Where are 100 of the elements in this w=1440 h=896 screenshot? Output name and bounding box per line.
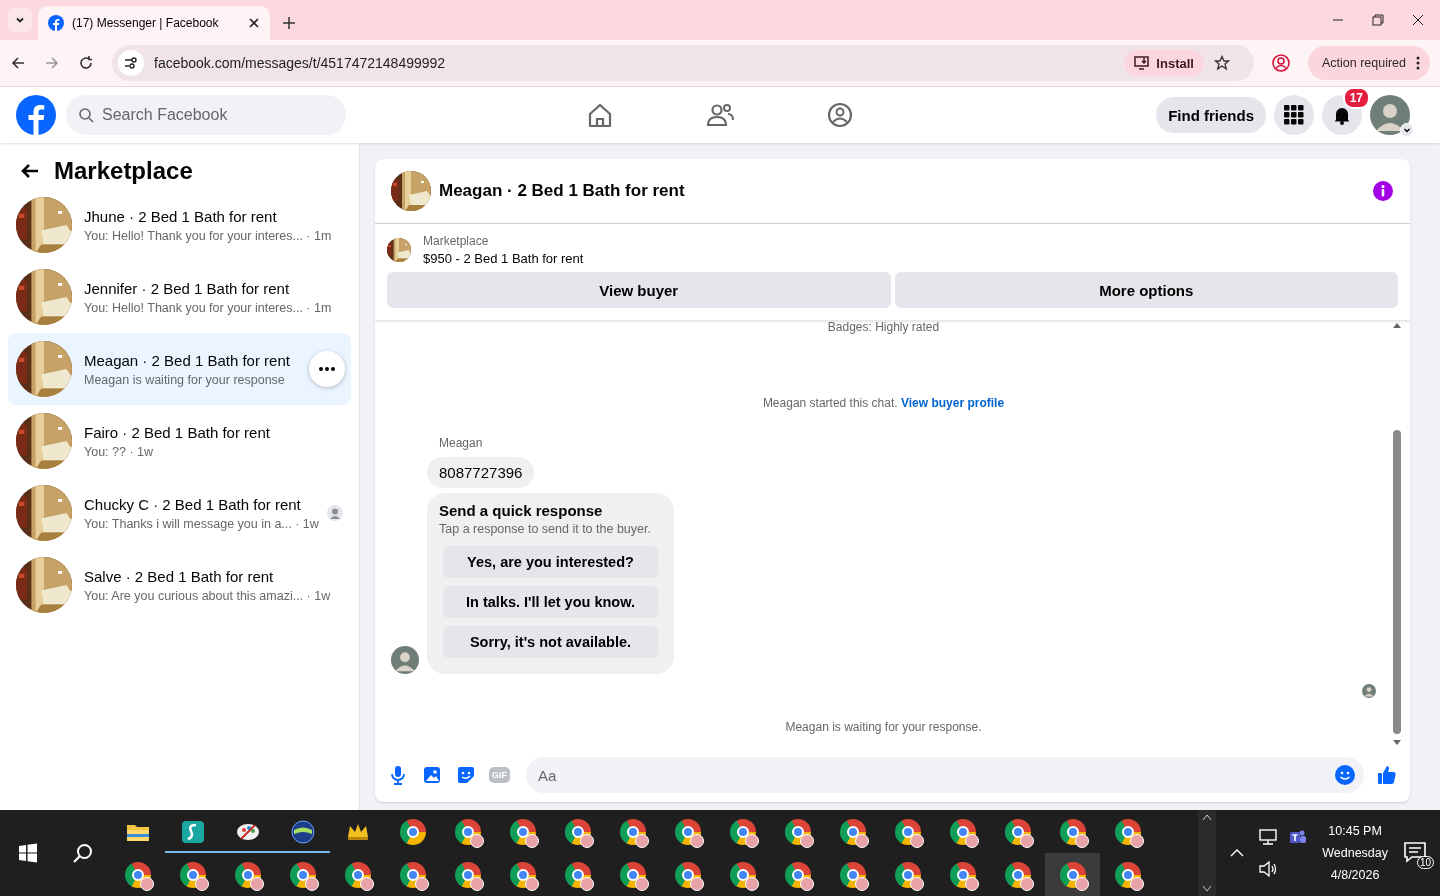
browser-icon[interactable]: [729, 818, 756, 845]
globe-icon[interactable]: [289, 818, 316, 845]
browser-icon[interactable]: [509, 861, 536, 888]
teams-icon[interactable]: [1288, 828, 1309, 846]
browser-icon[interactable]: [949, 818, 976, 845]
back-icon[interactable]: [10, 55, 26, 71]
search-icon[interactable]: [71, 842, 94, 864]
star-icon[interactable]: [1213, 55, 1230, 71]
action-button[interactable]: More options: [894, 272, 1398, 308]
quick-response-button[interactable]: Sorry, it's not available.: [443, 626, 658, 658]
notifications-button[interactable]: [1322, 95, 1362, 135]
conversation-item[interactable]: Salve · 2 Bed 1 Bath for rent You: Are you curious about this amazi... · 1w: [8, 549, 351, 621]
scroll-down-icon[interactable]: [1392, 740, 1402, 746]
close-icon[interactable]: [1412, 14, 1424, 26]
browser-icon[interactable]: [1114, 818, 1141, 845]
browser-icon[interactable]: [839, 818, 866, 845]
search-field[interactable]: Search Facebook: [66, 95, 346, 135]
conversation-item[interactable]: Jennifer · 2 Bed 1 Bath for rent You: Hello! Thank you for your interes... · 1m: [8, 261, 351, 333]
scroll-up-icon[interactable]: [1202, 814, 1213, 820]
buyer-profile-link[interactable]: View buyer profile: [900, 396, 1005, 410]
browser-icon[interactable]: [1059, 861, 1086, 888]
conversation-item[interactable]: Fairo · 2 Bed 1 Bath for rent You: ?? · 1w: [8, 405, 351, 477]
sidebar-title: Marketplace: [54, 157, 193, 185]
start-icon[interactable]: [17, 843, 38, 863]
browser-icon[interactable]: [784, 818, 811, 845]
browser-icon[interactable]: [509, 818, 536, 845]
browser-icon[interactable]: [619, 861, 646, 888]
conversation-item[interactable]: Chucky C · 2 Bed 1 Bath for rent You: Thanks i will message you in a... · 1w: [8, 477, 351, 549]
search-input[interactable]: Search Facebook: [102, 106, 302, 124]
browser-icon[interactable]: [399, 818, 426, 845]
message-input[interactable]: Aa: [536, 765, 1334, 785]
message-bubble: 8087727396: [427, 457, 535, 488]
quick-response-button[interactable]: Yes, are you interested?: [443, 546, 658, 578]
browser-icon[interactable]: [454, 861, 481, 888]
notification-count: 10: [1416, 856, 1434, 869]
browser-icon[interactable]: [784, 861, 811, 888]
browser-icon[interactable]: [399, 861, 426, 888]
browser-tab[interactable]: (17) Messenger | Facebook: [38, 6, 270, 40]
install-button[interactable]: Install: [1124, 50, 1204, 76]
menu-button[interactable]: [1274, 95, 1314, 135]
emoji-icon[interactable]: [1334, 764, 1356, 786]
browser-icon[interactable]: [344, 861, 371, 888]
browser-icon[interactable]: [674, 861, 701, 888]
listing-title: $950 - 2 Bed 1 Bath for rent: [423, 251, 584, 266]
scroll-up-icon[interactable]: [1392, 322, 1402, 328]
quick-response-button[interactable]: In talks. I'll let you know.: [443, 586, 658, 618]
sender-name: Meagan: [439, 436, 483, 450]
browser-icon[interactable]: [674, 818, 701, 845]
ellipsis-icon: [319, 367, 335, 371]
browser-icon[interactable]: [234, 861, 261, 888]
sticker-icon[interactable]: [455, 764, 477, 786]
restore-icon[interactable]: [1372, 14, 1384, 26]
photo-icon[interactable]: [421, 764, 443, 786]
browser-icon[interactable]: [949, 861, 976, 888]
scrollbar-thumb[interactable]: [1393, 430, 1401, 734]
address-field[interactable]: facebook.com/messages/t/4517472148499992: [154, 55, 1115, 71]
info-icon[interactable]: [1372, 180, 1394, 202]
speaker-icon[interactable]: [1258, 860, 1279, 878]
app-icon[interactable]: [179, 818, 206, 845]
browser-icon[interactable]: [894, 861, 921, 888]
action-required-button[interactable]: Action required: [1307, 46, 1430, 80]
chat-notice: Meagan is waiting for your response.: [784, 720, 983, 734]
find-friends-button[interactable]: Find friends: [1156, 97, 1266, 133]
browser-icon[interactable]: [289, 861, 316, 888]
browser-icon[interactable]: [729, 861, 756, 888]
network-icon[interactable]: [1258, 828, 1279, 846]
chat-title: Meagan · 2 Bed 1 Bath for rent: [439, 181, 686, 201]
tab-list-button[interactable]: [8, 8, 32, 32]
browser-icon[interactable]: [839, 861, 866, 888]
forward-icon[interactable]: [44, 55, 60, 71]
browser-icon[interactable]: [179, 861, 206, 888]
conversation-title: Meagan · 2 Bed 1 Bath for rent: [84, 351, 291, 369]
browser-icon[interactable]: [564, 861, 591, 888]
browser-icon[interactable]: [1059, 818, 1086, 845]
browser-icon[interactable]: [124, 861, 151, 888]
conversation-preview: You: Hello! Thank you for your interes... · 1m: [84, 300, 333, 315]
browser-icon[interactable]: [1004, 818, 1031, 845]
scroll-down-icon[interactable]: [1202, 886, 1213, 892]
browser-icon[interactable]: [454, 818, 481, 845]
browser-icon[interactable]: [564, 818, 591, 845]
browser-icon[interactable]: [1114, 861, 1141, 888]
conversation-item[interactable]: Meagan · 2 Bed 1 Bath for rent Meagan is waiting for your response: [8, 333, 351, 405]
message-field[interactable]: Aa: [526, 757, 1364, 793]
more-button[interactable]: [309, 351, 345, 387]
reload-icon[interactable]: [78, 55, 94, 71]
facebook-logo: [48, 15, 64, 31]
new-tab-icon[interactable]: [282, 16, 296, 30]
browser-icon[interactable]: [619, 818, 646, 845]
facebook-logo[interactable]: [16, 95, 56, 135]
action-button[interactable]: View buyer: [387, 272, 891, 308]
chevron-up-icon[interactable]: [1230, 848, 1245, 858]
browser-icon[interactable]: [1004, 861, 1031, 888]
chevron-down-icon[interactable]: [1400, 123, 1414, 137]
conversation-item[interactable]: Jhune · 2 Bed 1 Bath for rent You: Hello! Thank you for your interes... · 1m: [8, 189, 351, 261]
browser-icon[interactable]: [894, 818, 921, 845]
thumbs-up-icon[interactable]: [1376, 764, 1398, 786]
close-icon[interactable]: [248, 17, 260, 29]
profile-icon[interactable]: [1271, 54, 1290, 72]
clock[interactable]: 10:45 PM Wednesday 4/8/2026: [1322, 824, 1388, 882]
site-settings-icon[interactable]: [118, 50, 144, 76]
